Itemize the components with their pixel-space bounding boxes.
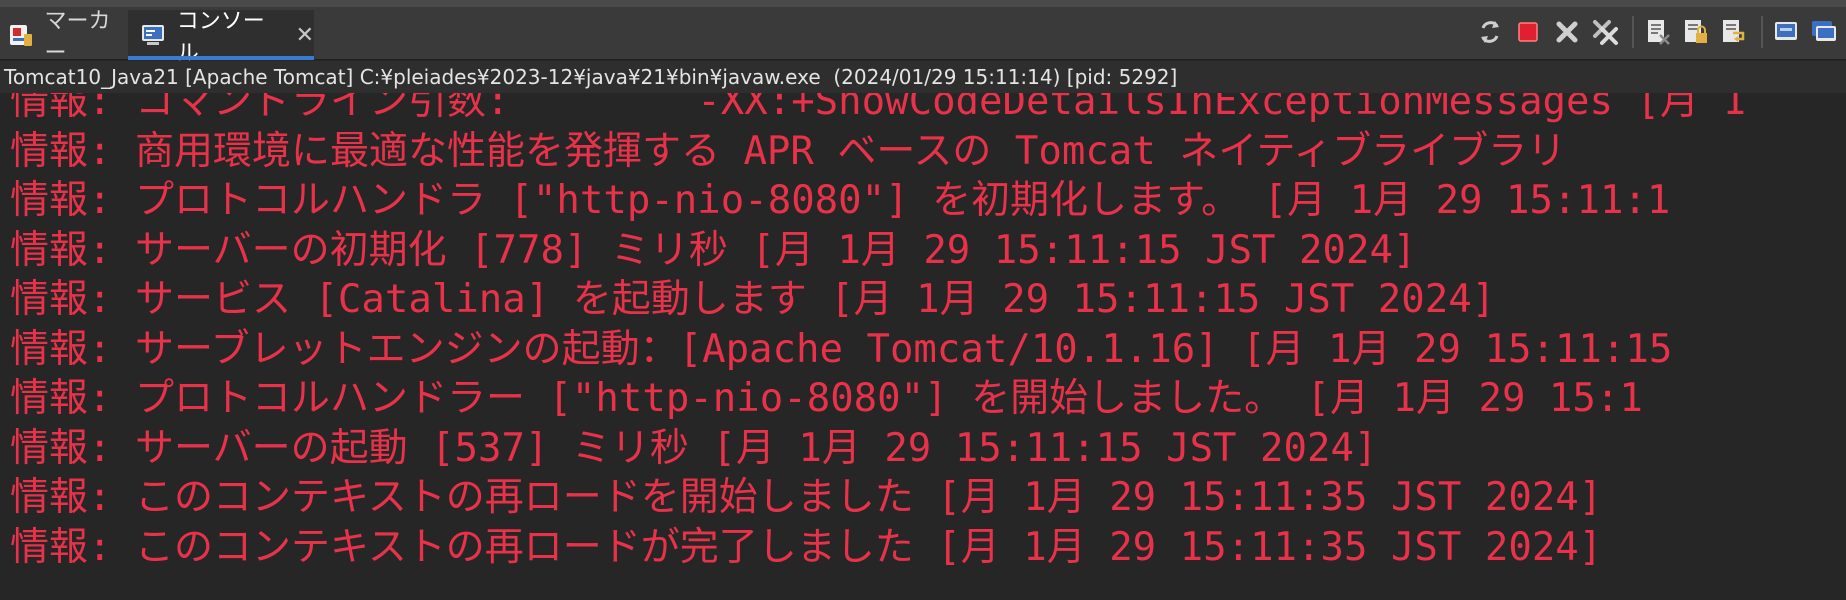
tab-console[interactable]: コンソール ✕ <box>128 9 314 66</box>
view-tab-bar: マーカー コンソール ✕ <box>0 0 1846 66</box>
terminate-icon[interactable] <box>1510 14 1545 50</box>
console-line: 情報: プロトコルハンドラ ["http-nio-8080"] を初期化します。… <box>10 178 1671 223</box>
console-toolbar <box>1462 10 1846 54</box>
remove-launch-icon[interactable] <box>1549 14 1584 50</box>
console-line: 情報: サーバーの初期化 [778] ミリ秒 [月 1月 29 15:11:15… <box>10 227 1417 273</box>
active-tab-indicator <box>128 56 314 60</box>
sync-icon[interactable] <box>1472 14 1507 50</box>
word-wrap-icon[interactable] <box>1717 14 1752 50</box>
display-selected-console-icon[interactable] <box>1808 14 1843 50</box>
console-icon <box>140 21 167 49</box>
toolbar-separator <box>1631 16 1634 48</box>
clear-console-icon[interactable] <box>1640 14 1675 50</box>
tab-markers[interactable]: マーカー <box>0 9 128 66</box>
close-icon[interactable]: ✕ <box>296 23 314 48</box>
console-line: 情報: このコンテキストの再ロードが完了しました [月 1月 29 15:11:… <box>10 524 1603 570</box>
console-line: 情報: コマンドライン引数: -XX:+ShowCodeDetailsInExc… <box>10 93 1746 124</box>
console-output[interactable]: 情報: コマンドライン引数: -XX:+ShowCodeDetailsInExc… <box>0 93 1846 600</box>
pin-console-icon[interactable] <box>1769 14 1804 50</box>
tab-markers-label: マーカー <box>44 9 111 66</box>
console-line: 情報: このコンテキストの再ロードを開始しました [月 1月 29 15:11:… <box>10 475 1603 520</box>
console-line: 情報: 商用環境に最適な性能を発揮する APR ベースの Tomcat ネイティ… <box>10 128 1567 174</box>
process-label: Tomcat10_Java21 [Apache Tomcat] C:¥pleia… <box>0 61 1846 93</box>
console-line: 情報: サーバーの起動 [537] ミリ秒 [月 1月 29 15:11:15 … <box>10 425 1378 471</box>
markers-icon <box>8 21 35 49</box>
console-line: 情報: プロトコルハンドラー ["http-nio-8080"] を開始しました… <box>10 376 1643 421</box>
console-line: 情報: サーブレットエンジンの起動：[Apache Tomcat/10.1.16… <box>10 326 1673 372</box>
toolbar-separator <box>1761 16 1764 48</box>
scroll-lock-icon[interactable] <box>1678 14 1713 50</box>
remove-all-terminated-icon[interactable] <box>1587 14 1622 50</box>
console-line: 情報: サービス [Catalina] を起動します [月 1月 29 15:1… <box>10 277 1496 322</box>
